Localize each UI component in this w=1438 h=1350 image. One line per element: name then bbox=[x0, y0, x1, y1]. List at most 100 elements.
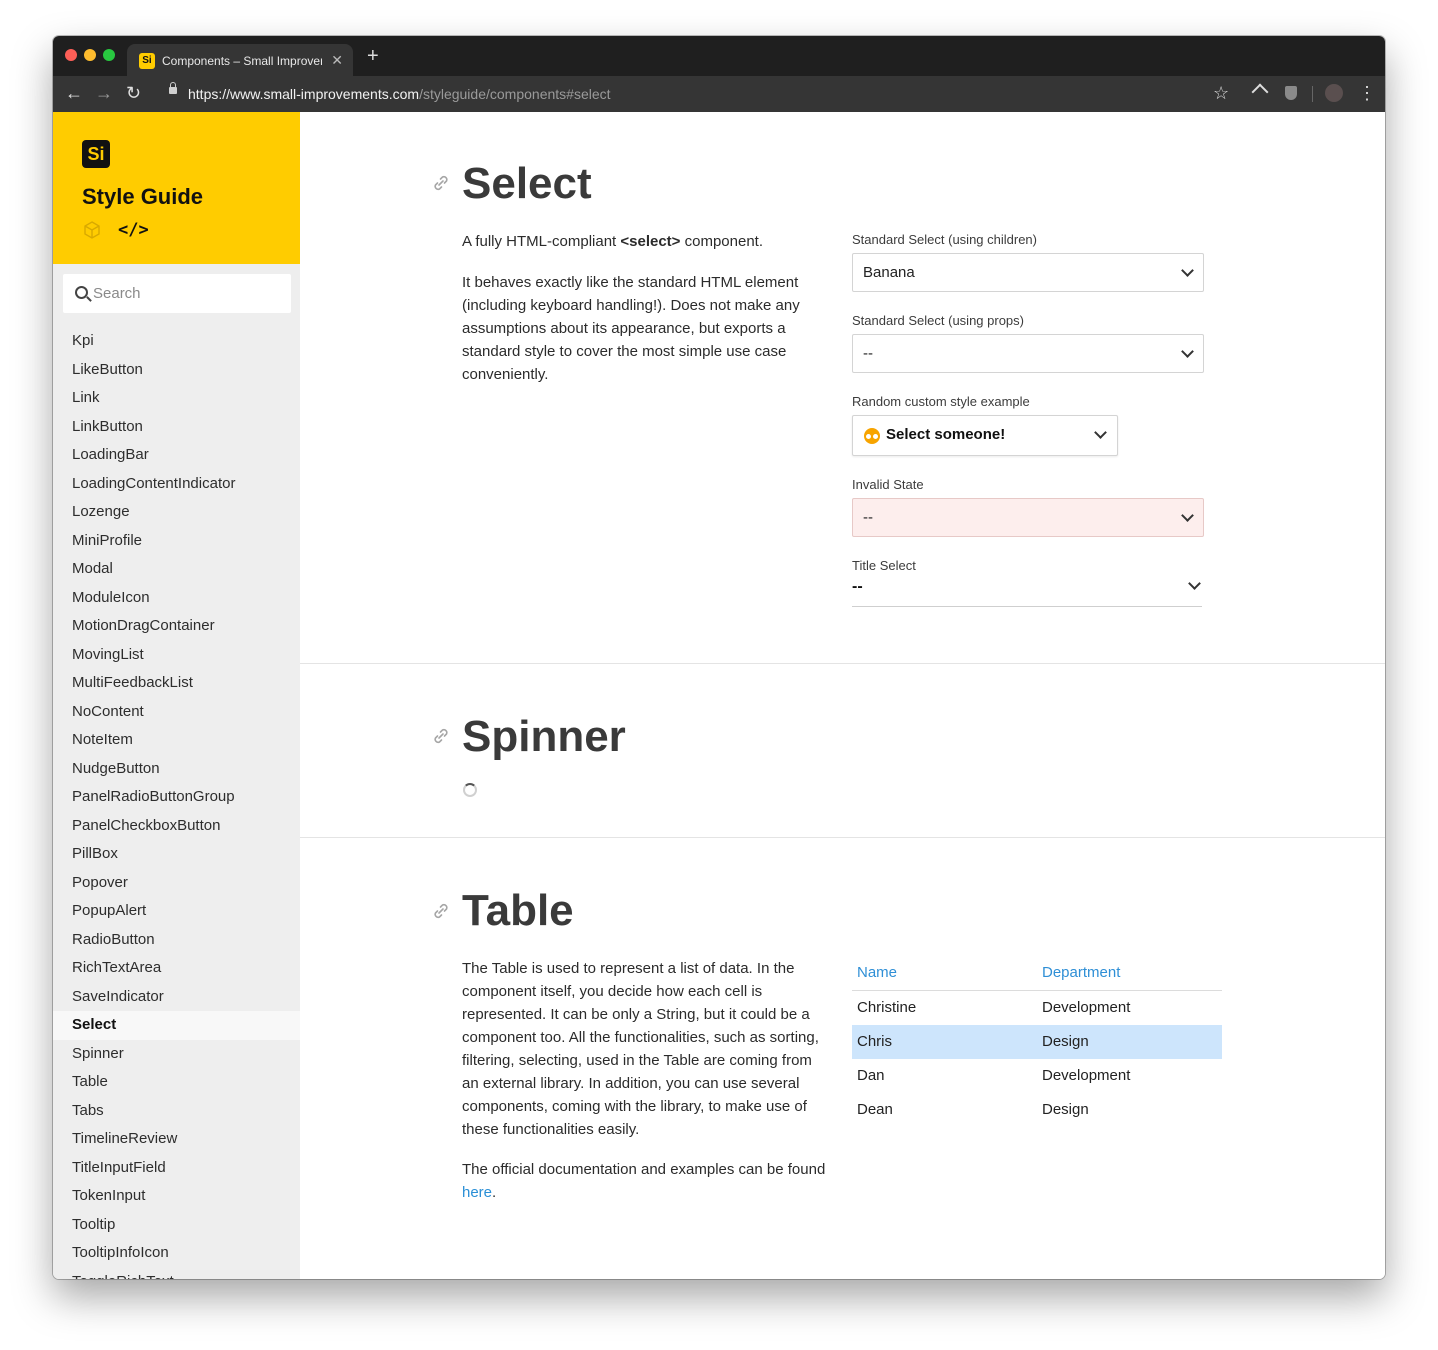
lock-icon bbox=[169, 82, 177, 95]
spinner-icon bbox=[463, 783, 477, 797]
sidebar-item-popupalert[interactable]: PopupAlert bbox=[53, 897, 300, 926]
sidebar-item-nocontent[interactable]: NoContent bbox=[53, 698, 300, 727]
sidebar-item-radiobutton[interactable]: RadioButton bbox=[53, 926, 300, 955]
column-header-name[interactable]: Name bbox=[857, 964, 897, 982]
sidebar-item-motiondragcontainer[interactable]: MotionDragContainer bbox=[53, 612, 300, 641]
new-tab-button[interactable]: + bbox=[367, 46, 379, 66]
docs-link[interactable]: here bbox=[462, 1184, 492, 1201]
sidebar-item-linkbutton[interactable]: LinkButton bbox=[53, 413, 300, 442]
cell-name: Chris bbox=[857, 1033, 893, 1050]
cell-department: Development bbox=[1042, 1067, 1131, 1084]
page: Si Style Guide </> KpiLikeButtonLinkLink… bbox=[53, 112, 1385, 1279]
invalid-select-label: Invalid State bbox=[852, 477, 924, 492]
sidebar-item-link[interactable]: Link bbox=[53, 384, 300, 413]
sidebar-item-tabs[interactable]: Tabs bbox=[53, 1097, 300, 1126]
children-select[interactable]: Banana bbox=[852, 253, 1204, 292]
menu-kebab-icon[interactable]: ⋮ bbox=[1358, 82, 1376, 104]
sidebar-item-loadingcontentindicator[interactable]: LoadingContentIndicator bbox=[53, 470, 300, 499]
cell-department: Design bbox=[1042, 1033, 1089, 1050]
table-row[interactable]: Dan Development bbox=[852, 1059, 1222, 1093]
search-box bbox=[63, 274, 291, 313]
sidebar-item-tokeninput[interactable]: TokenInput bbox=[53, 1182, 300, 1211]
style-guide-title: Style Guide bbox=[82, 184, 204, 209]
table-description: The Table is used to represent a list of… bbox=[462, 960, 819, 1138]
table-row[interactable]: Chris Design bbox=[852, 1025, 1222, 1059]
sidebar-item-titleinputfield[interactable]: TitleInputField bbox=[53, 1154, 300, 1183]
profile-avatar[interactable] bbox=[1325, 84, 1343, 102]
link-anchor-icon[interactable] bbox=[431, 173, 451, 193]
chevron-down-icon bbox=[1181, 264, 1194, 277]
sidebar-item-tooltipinfoicon[interactable]: TooltipInfoIcon bbox=[53, 1239, 300, 1268]
cell-name: Dean bbox=[857, 1101, 893, 1118]
tab-strip: Si Components – Small Improvem ✕ + bbox=[53, 36, 1385, 76]
sidebar-item-richtextarea[interactable]: RichTextArea bbox=[53, 954, 300, 983]
sidebar-item-miniprofile[interactable]: MiniProfile bbox=[53, 527, 300, 556]
url-text: https://www.small-improvements.com/style… bbox=[188, 86, 611, 102]
search-input[interactable] bbox=[93, 274, 283, 313]
cell-department: Design bbox=[1042, 1101, 1089, 1118]
select-intro: A fully HTML-compliant <select> componen… bbox=[462, 233, 764, 250]
column-header-department[interactable]: Department bbox=[1042, 964, 1120, 982]
favicon-icon: Si bbox=[139, 53, 155, 69]
reload-icon[interactable]: ↻ bbox=[126, 83, 141, 103]
sidebar-item-saveindicator[interactable]: SaveIndicator bbox=[53, 983, 300, 1012]
table-docs-text: The official documentation and examples … bbox=[462, 1161, 826, 1201]
table-heading: Table bbox=[462, 886, 574, 935]
sidebar-item-noteitem[interactable]: NoteItem bbox=[53, 726, 300, 755]
chevron-down-icon bbox=[1181, 509, 1194, 522]
chevron-down-icon bbox=[1094, 426, 1107, 439]
code-icon[interactable]: </> bbox=[118, 220, 149, 240]
close-window-button[interactable] bbox=[65, 49, 77, 61]
sidebar-item-panelcheckboxbutton[interactable]: PanelCheckboxButton bbox=[53, 812, 300, 841]
section-divider bbox=[300, 663, 1385, 664]
minimize-window-button[interactable] bbox=[84, 49, 96, 61]
bookmark-star-icon[interactable]: ☆ bbox=[1213, 82, 1229, 104]
sidebar-item-select[interactable]: Select bbox=[53, 1011, 300, 1040]
toolbar-divider bbox=[1312, 86, 1313, 102]
sidebar-item-lozenge[interactable]: Lozenge bbox=[53, 498, 300, 527]
props-select[interactable]: -- bbox=[852, 334, 1204, 373]
link-anchor-icon[interactable] bbox=[431, 726, 451, 746]
sidebar-item-multifeedbacklist[interactable]: MultiFeedbackList bbox=[53, 669, 300, 698]
custom-style-select[interactable]: Select someone! bbox=[852, 415, 1118, 456]
extension-arrow-icon[interactable] bbox=[1251, 83, 1269, 101]
table-row[interactable]: Christine Development bbox=[852, 991, 1222, 1025]
sidebar-item-pillbox[interactable]: PillBox bbox=[53, 840, 300, 869]
invalid-select[interactable]: -- bbox=[852, 498, 1204, 537]
main-content: Select A fully HTML-compliant <select> c… bbox=[300, 112, 1385, 1279]
sidebar-item-moduleicon[interactable]: ModuleIcon bbox=[53, 584, 300, 613]
sidebar-item-timelinereview[interactable]: TimelineReview bbox=[53, 1125, 300, 1154]
close-tab-icon[interactable]: ✕ bbox=[331, 52, 343, 68]
spinner-heading: Spinner bbox=[462, 712, 626, 761]
link-anchor-icon[interactable] bbox=[431, 901, 451, 921]
sidebar-item-modal[interactable]: Modal bbox=[53, 555, 300, 584]
back-arrow-icon[interactable]: ← bbox=[65, 83, 83, 103]
forward-arrow-icon[interactable]: → bbox=[95, 83, 113, 103]
sidebar-item-table[interactable]: Table bbox=[53, 1068, 300, 1097]
cube-icon[interactable] bbox=[83, 221, 101, 239]
sidebar-item-tooltip[interactable]: Tooltip bbox=[53, 1211, 300, 1240]
sidebar-item-loadingbar[interactable]: LoadingBar bbox=[53, 441, 300, 470]
cell-name: Christine bbox=[857, 999, 917, 1016]
sidebar-item-panelradiobuttongroup[interactable]: PanelRadioButtonGroup bbox=[53, 783, 300, 812]
sidebar-item-kpi[interactable]: Kpi bbox=[53, 327, 300, 356]
browser-tab[interactable]: Si Components – Small Improvem ✕ bbox=[127, 44, 353, 76]
chevron-down-icon bbox=[1181, 345, 1194, 358]
extension-shield-icon[interactable] bbox=[1285, 86, 1297, 100]
browser-window: Si Components – Small Improvem ✕ + ← → ↻… bbox=[53, 36, 1385, 1279]
sidebar-item-movinglist[interactable]: MovingList bbox=[53, 641, 300, 670]
chevron-down-icon bbox=[1188, 577, 1201, 590]
sidebar-item-likebutton[interactable]: LikeButton bbox=[53, 356, 300, 385]
sidebar-item-togglerichtext[interactable]: ToggleRichText bbox=[53, 1268, 300, 1280]
cell-name: Dan bbox=[857, 1067, 885, 1084]
table-row[interactable]: Dean Design bbox=[852, 1093, 1222, 1127]
title-select[interactable]: -- bbox=[852, 570, 1202, 607]
sidebar-item-nudgebutton[interactable]: NudgeButton bbox=[53, 755, 300, 784]
address-bar[interactable]: https://www.small-improvements.com/style… bbox=[161, 80, 1241, 108]
sidebar-item-popover[interactable]: Popover bbox=[53, 869, 300, 898]
custom-select-label: Random custom style example bbox=[852, 394, 1030, 409]
sidebar-item-spinner[interactable]: Spinner bbox=[53, 1040, 300, 1069]
si-logo[interactable]: Si bbox=[82, 140, 110, 168]
component-nav-list: Kpi LikeButton Link LinkButton LoadingBar Loa… bbox=[53, 327, 300, 1279]
zoom-window-button[interactable] bbox=[103, 49, 115, 61]
